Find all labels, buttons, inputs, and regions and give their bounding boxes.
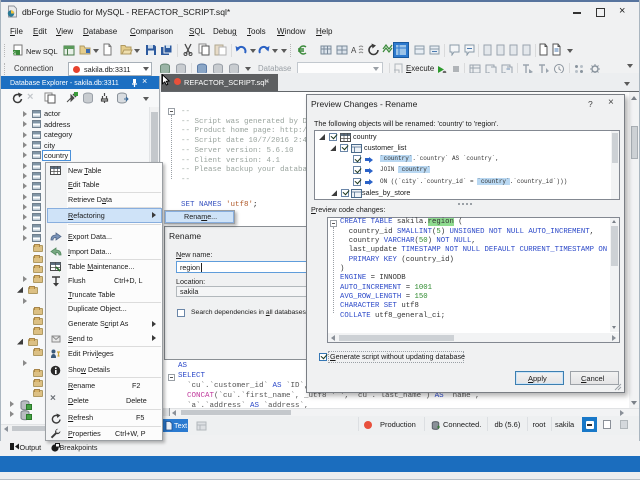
svg-text:A: A [351, 46, 357, 55]
svg-text:s: s [13, 51, 16, 56]
